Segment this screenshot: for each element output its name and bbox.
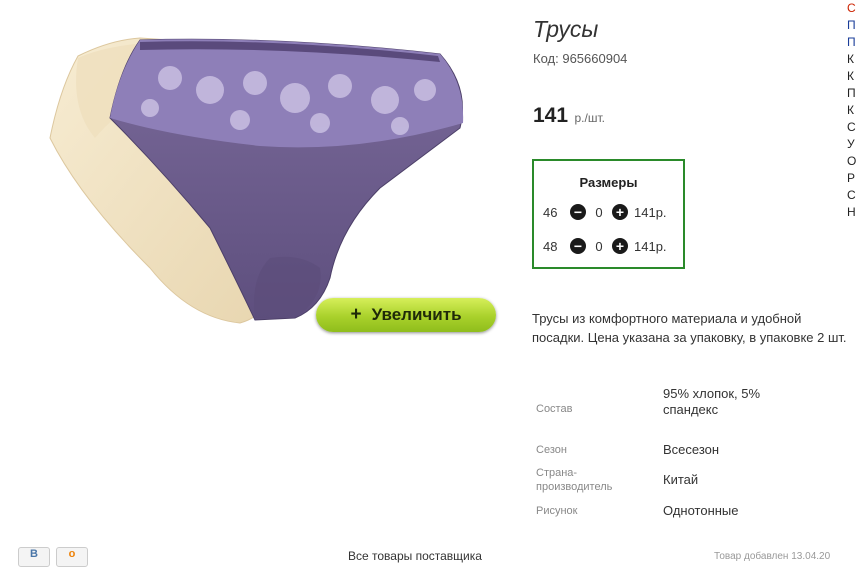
price-value: 141 [533, 104, 569, 127]
product-description: Трусы из комфортного материала и удобной… [532, 311, 847, 345]
property-name: Рисунок [536, 505, 578, 517]
right-menu-item[interactable]: К [847, 51, 857, 68]
right-menu-item[interactable]: С [847, 0, 857, 17]
property-value: 95% хлопок, 5% спандекс [663, 386, 761, 417]
product-price: 141 р./шт. [533, 104, 605, 128]
size-label: 46 [543, 204, 558, 220]
size-row: 48 − 0 + 141р. [543, 236, 667, 256]
size-price: 141р. [634, 238, 667, 254]
product-title: Трусы [533, 16, 599, 42]
right-menu-item[interactable]: С [847, 187, 857, 204]
right-menu-item[interactable]: К [847, 68, 857, 85]
right-menu-item[interactable]: П [847, 34, 857, 51]
minus-icon[interactable]: − [570, 204, 586, 220]
ok-share-button[interactable]: о [56, 547, 88, 567]
property-value: Однотонные [663, 503, 739, 518]
right-menu-item[interactable]: Н [847, 204, 857, 221]
property-name: Страна-производитель [536, 467, 613, 493]
share-buttons: В о [18, 547, 88, 567]
right-menu-item[interactable]: П [847, 85, 857, 102]
right-menu-item[interactable]: П [847, 17, 857, 34]
quantity-value: 0 [595, 238, 603, 254]
size-price: 141р. [634, 204, 667, 220]
vk-share-button[interactable]: В [18, 547, 50, 567]
property-name: Состав [536, 403, 573, 415]
right-menu-item[interactable]: С [847, 119, 857, 136]
right-menu-item[interactable]: К [847, 102, 857, 119]
right-menu: С П П К К П К С У О Р С Н [847, 0, 857, 221]
code-label: Код: [533, 51, 559, 66]
property-name: Сезон [536, 444, 567, 456]
size-row: 46 − 0 + 141р. [543, 202, 667, 222]
right-menu-item[interactable]: О [847, 153, 857, 170]
right-menu-item[interactable]: Р [847, 170, 857, 187]
code-value: 965660904 [562, 51, 628, 66]
price-unit: р./шт. [574, 111, 605, 125]
plus-icon[interactable]: + [612, 238, 628, 254]
sizes-title: Размеры [579, 175, 638, 190]
zoom-label: Увеличить [371, 305, 462, 324]
supplier-products-link[interactable]: Все товары поставщика [348, 549, 482, 563]
plus-icon[interactable]: + [612, 204, 628, 220]
right-menu-item[interactable]: У [847, 136, 857, 153]
plus-icon: + [350, 304, 362, 325]
property-value: Китай [663, 472, 699, 487]
sizes-box: Размеры 46 − 0 + 141р. 48 − 0 + 141р. [532, 159, 685, 269]
quantity-value: 0 [595, 204, 603, 220]
product-code: Код: 965660904 [533, 51, 627, 66]
zoom-button[interactable]: + Увеличить [316, 298, 496, 332]
minus-icon[interactable]: − [570, 238, 586, 254]
size-label: 48 [543, 238, 558, 254]
property-value: Всесезон [663, 442, 720, 457]
added-date: Товар добавлен 13.04.20 [714, 551, 831, 562]
